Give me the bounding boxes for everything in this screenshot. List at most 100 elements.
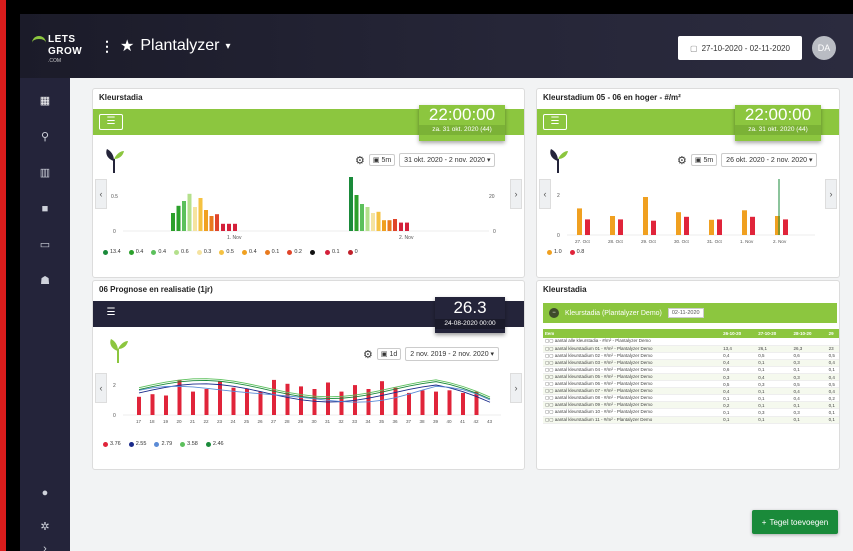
table-row[interactable]: ▢▢ aantal kleurstadium 09 - #/m² - Plant… bbox=[543, 401, 839, 410]
table-row[interactable]: ▢▢ aantal kleurstadium 01 - #/m² - Plant… bbox=[543, 345, 839, 353]
users-icon[interactable]: ☗ bbox=[38, 274, 52, 288]
legend-item[interactable]: 0.8 bbox=[569, 249, 584, 255]
bar bbox=[742, 210, 747, 235]
folder-icon[interactable]: ■ bbox=[38, 202, 52, 216]
hamburger-icon[interactable]: ☰ bbox=[543, 114, 567, 130]
table-row[interactable]: ▢▢ aantal alle kleurstadia - #/m² - Plan… bbox=[543, 338, 839, 346]
interval-select[interactable]: ▣ 5m bbox=[690, 154, 718, 166]
x-tick: 28. Oct bbox=[608, 239, 624, 244]
column-header[interactable]: Item bbox=[543, 329, 722, 338]
y-tick: 0.5 bbox=[111, 194, 118, 200]
chevron-down-icon[interactable]: ▾ bbox=[226, 41, 231, 52]
legend-item[interactable] bbox=[309, 249, 317, 255]
image-icon[interactable]: ▭ bbox=[38, 238, 52, 252]
bar bbox=[407, 392, 411, 415]
interval-select[interactable]: ▣ 5m bbox=[368, 154, 396, 166]
interval-select[interactable]: ▣ 1d bbox=[376, 348, 402, 360]
cell-value: 0,4 bbox=[826, 359, 839, 367]
app-menu[interactable]: ⋮ ★ Plantalyzer ▾ bbox=[100, 36, 231, 56]
prev-arrow[interactable]: ‹ bbox=[539, 179, 551, 209]
hamburger-icon[interactable]: ☰ bbox=[99, 114, 123, 130]
dashboard-icon[interactable]: ▦ bbox=[38, 94, 52, 108]
cell-value: 0,3 bbox=[721, 373, 757, 382]
table-row[interactable]: ▢▢ aantal kleurstadium 04 - #/m² - Plant… bbox=[543, 366, 839, 374]
legend-item[interactable]: 3.58 bbox=[180, 441, 198, 447]
x-tick: 40 bbox=[447, 419, 453, 424]
legend-item[interactable]: 0 bbox=[347, 249, 358, 255]
table-row[interactable]: ▢▢ aantal kleurstadium 02 - #/m² - Plant… bbox=[543, 352, 839, 360]
legend-item[interactable]: 2.55 bbox=[128, 441, 146, 447]
table-row[interactable]: ▢▢ aantal kleurstadium 06 - #/m² - Plant… bbox=[543, 380, 839, 389]
table-row[interactable]: ▢▢ aantal kleurstadium 03 - #/m² - Plant… bbox=[543, 359, 839, 367]
bar bbox=[182, 201, 186, 231]
legend-item[interactable]: 1.0 bbox=[547, 249, 562, 255]
next-arrow[interactable]: › bbox=[510, 179, 522, 209]
bar bbox=[215, 214, 219, 231]
column-header[interactable]: 29 bbox=[826, 329, 839, 338]
prev-arrow[interactable]: ‹ bbox=[95, 373, 107, 403]
prev-arrow[interactable]: ‹ bbox=[95, 179, 107, 209]
bar bbox=[461, 392, 465, 415]
next-arrow[interactable]: › bbox=[510, 373, 522, 403]
legend-label: 0.1 bbox=[271, 249, 280, 255]
network-icon[interactable]: ⚲ bbox=[38, 130, 52, 144]
gear-icon[interactable]: ⚙ bbox=[355, 154, 365, 167]
gear-icon[interactable]: ⚙ bbox=[677, 154, 687, 167]
bar bbox=[218, 381, 222, 415]
building-icon[interactable]: ▥ bbox=[38, 166, 52, 180]
range-select[interactable]: 2 nov. 2019 - 2 nov. 2020 ▾ bbox=[405, 347, 500, 361]
card-title: Kleurstadium 05 - 06 en hoger - #/m² bbox=[543, 93, 681, 102]
gear-icon[interactable]: ⚙ bbox=[363, 348, 373, 361]
table-row[interactable]: ▢▢ aantal kleurstadium 10 - #/m² - Plant… bbox=[543, 408, 839, 417]
legend-item[interactable]: 0.5 bbox=[219, 249, 234, 255]
column-header[interactable]: 28-10-20 bbox=[791, 329, 827, 338]
column-header[interactable]: 27-10-20 bbox=[756, 329, 792, 338]
legend-item[interactable]: 3.76 bbox=[103, 441, 121, 447]
avatar[interactable]: DA bbox=[812, 36, 836, 60]
bar bbox=[204, 389, 209, 415]
range-select[interactable]: 31 okt. 2020 - 2 nov. 2020 ▾ bbox=[399, 153, 496, 167]
legend-item[interactable]: 2.46 bbox=[205, 441, 224, 447]
settings-icon[interactable]: ✲ bbox=[38, 520, 52, 534]
legend-dot bbox=[128, 249, 134, 255]
add-tile-button[interactable]: + Tegel toevoegen bbox=[752, 510, 838, 534]
app-title[interactable]: Plantalyzer bbox=[140, 37, 219, 55]
legend-dot bbox=[569, 249, 575, 255]
date-range-picker[interactable]: ▢ 27-10-2020 - 02-11-2020 bbox=[678, 36, 802, 60]
legend-item[interactable]: 0.4 bbox=[151, 249, 166, 255]
cell-value: 0,4 bbox=[721, 352, 757, 360]
date-input[interactable]: 02-11-2020 bbox=[667, 308, 704, 318]
legend-item[interactable]: 2.79 bbox=[154, 441, 172, 447]
star-icon[interactable]: ★ bbox=[120, 36, 134, 56]
bar bbox=[299, 386, 303, 415]
legend-item[interactable]: 0.2 bbox=[287, 249, 302, 255]
table-row[interactable]: ▢▢ aantal kleurstadium 08 - #/m² - Plant… bbox=[543, 394, 839, 403]
cell-value: 0,1 bbox=[826, 401, 839, 410]
column-header[interactable]: 26-10-20 bbox=[721, 329, 757, 338]
clock-date: za. 31 okt. 2020 (44) bbox=[735, 125, 821, 135]
table-row[interactable]: ▢▢ aantal kleurstadium 11 - #/m² - Plant… bbox=[543, 416, 839, 424]
legend-item[interactable]: 0.6 bbox=[174, 249, 189, 255]
legend-item[interactable]: 0.1 bbox=[264, 249, 280, 255]
legend-item[interactable]: 0.4 bbox=[242, 249, 257, 255]
legend-dot bbox=[128, 441, 134, 447]
letsgrow-logo[interactable]: LETS GROW .COM bbox=[28, 30, 86, 64]
row-label: ▢▢ aantal kleurstadium 08 - #/m² - Plant… bbox=[543, 394, 722, 403]
legend-item[interactable]: 0.1 bbox=[324, 249, 340, 255]
cell-value: 0,4 bbox=[791, 394, 827, 403]
expand-icon[interactable]: › bbox=[38, 542, 52, 551]
next-arrow[interactable]: › bbox=[825, 179, 837, 209]
help-icon[interactable]: ● bbox=[38, 486, 52, 500]
y-tick: 0 bbox=[113, 229, 116, 235]
legend-item[interactable]: 13.4 bbox=[103, 249, 121, 255]
cell-value: 0,2 bbox=[721, 401, 757, 410]
table-row[interactable]: ▢▢ aantal kleurstadium 07 - #/m² - Plant… bbox=[543, 387, 839, 396]
collapse-icon[interactable]: − bbox=[549, 308, 559, 318]
legend-item[interactable]: 0.4 bbox=[128, 249, 143, 255]
bar bbox=[447, 390, 452, 415]
kebab-icon[interactable]: ⋮ bbox=[100, 38, 114, 55]
hamburger-icon[interactable]: ☰ bbox=[99, 306, 123, 322]
legend-item[interactable]: 0.3 bbox=[196, 249, 211, 255]
table-row[interactable]: ▢▢ aantal kleurstadium 05 - #/m² - Plant… bbox=[543, 373, 839, 382]
range-select[interactable]: 26 okt. 2020 - 2 nov. 2020 ▾ bbox=[721, 153, 818, 167]
